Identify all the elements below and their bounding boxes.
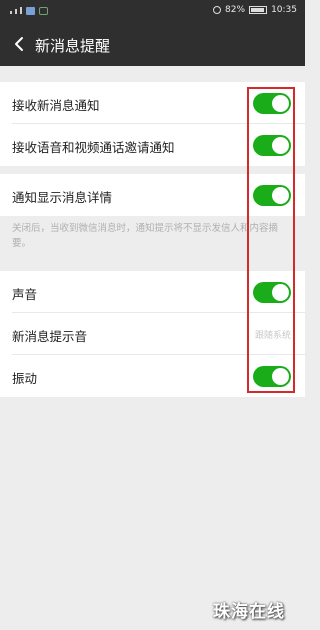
watermark-logo: 珠海在线: [213, 602, 285, 622]
status-bar: 82% 10:35: [0, 0, 305, 24]
row-label: 接收新消息通知: [12, 98, 100, 113]
back-arrow-icon[interactable]: [10, 33, 30, 55]
page-title: 新消息提醒: [35, 37, 111, 55]
clock: 10:35: [271, 5, 297, 15]
annotation-highlight-box: [247, 87, 295, 393]
notification-app-icon: [39, 7, 48, 15]
row-label: 声音: [12, 287, 38, 302]
signal-icon: [10, 7, 22, 14]
sim-icon: [26, 7, 35, 15]
alarm-icon: [213, 6, 222, 14]
battery-icon: [249, 6, 268, 14]
title-bar: 新消息提醒: [0, 24, 305, 66]
row-label: 振动: [12, 371, 38, 386]
battery-percent: 82%: [225, 5, 246, 15]
row-label: 接收语音和视频通话邀请通知: [12, 140, 175, 155]
row-label: 通知显示消息详情: [12, 190, 113, 205]
row-label: 新消息提示音: [12, 329, 88, 344]
